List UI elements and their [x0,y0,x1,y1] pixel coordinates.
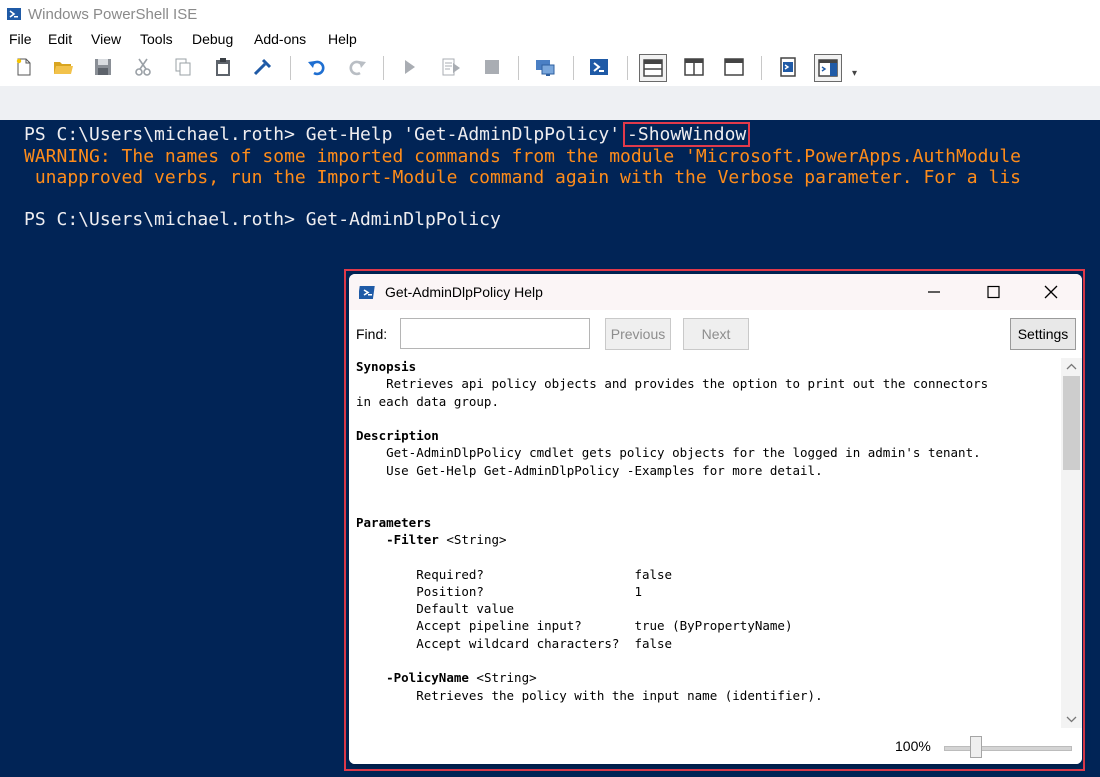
menu-edit[interactable]: Edit [48,31,72,47]
help-status-bar: 100% [349,728,1082,764]
menu-tools[interactable]: Tools [140,31,173,47]
parameter-name: -Filter [386,531,439,547]
menu-file[interactable]: File [9,31,32,47]
minimize-icon[interactable] [920,280,948,304]
help-text-line: Use Get-Help Get-AdminDlpPolicy -Example… [356,462,823,478]
copy-icon[interactable] [172,56,194,78]
open-folder-icon[interactable] [52,56,74,78]
help-content[interactable]: Synopsis Retrieves api policy objects an… [356,358,1056,728]
save-icon[interactable] [92,56,114,78]
menu-add-ons[interactable]: Add-ons [254,31,306,47]
toolbar-separator [518,56,519,80]
menu-help[interactable]: Help [328,31,357,47]
toolbar-separator [290,56,291,80]
help-text-line: Retrieves api policy objects and provide… [356,376,989,392]
console-prompt: PS C:\Users\michael.roth> [24,124,306,145]
settings-button[interactable]: Settings [1010,318,1076,350]
next-button[interactable]: Next [683,318,749,350]
parameter-name: -PolicyName [386,670,469,686]
redo-icon[interactable] [346,56,368,78]
help-text-line: Accept wildcard characters? false [356,635,673,651]
help-text-line: in each data group. [356,393,499,409]
run-icon[interactable] [398,56,420,78]
layout-top-icon[interactable] [639,54,667,82]
help-text-line: Accept pipeline input? true (ByPropertyN… [356,618,793,634]
run-selection-icon[interactable] [440,56,462,78]
zoom-slider-track[interactable] [944,746,1072,751]
parameter-type: <String> [438,531,507,547]
help-window-titlebar[interactable]: Get-AdminDlpPolicy Help [349,274,1082,310]
toolbar-separator [573,56,574,80]
console-line-help-command: PS C:\Users\michael.roth> Get-Help 'Get-… [24,122,751,147]
help-text-line: Required? false [356,566,673,582]
console-warning-line-2: unapproved verbs, run the Import-Module … [24,167,1021,188]
toolbar-separator [761,56,762,80]
find-toolbar: Find: Previous Next Settings [349,310,1082,358]
help-text-line [356,479,1056,496]
find-input[interactable] [400,318,590,349]
help-text-line: Get-AdminDlpPolicy cmdlet gets policy ob… [356,445,981,461]
menu-debug[interactable]: Debug [192,31,233,47]
toolbar [0,50,1100,86]
zoom-slider-thumb[interactable] [969,736,982,758]
help-text-line [356,652,1056,669]
clear-icon[interactable] [251,56,273,78]
layout-max-icon[interactable] [723,56,745,78]
help-text-line [356,548,1056,565]
powershell-ise-icon [6,6,22,22]
stop-icon[interactable] [481,56,503,78]
new-file-icon[interactable] [13,56,35,78]
toolbar-overflow-chevron-icon[interactable]: ▾ [852,68,857,79]
help-section-heading: Parameters [356,514,432,530]
toolbar-separator [383,56,384,80]
script-tab-strip [0,86,1100,121]
help-section-heading: Synopsis [356,359,417,374]
close-icon[interactable] [1037,280,1065,304]
scroll-down-icon[interactable] [1065,712,1078,724]
help-section-heading: Description [356,428,439,444]
help-text-line: Retrieves the policy with the input name… [356,687,823,703]
help-text-line [356,410,1056,427]
powershell-console-icon[interactable] [588,56,610,78]
help-text-line [356,496,1056,513]
layout-right-icon[interactable] [683,56,705,78]
show-addons-icon[interactable] [814,54,842,82]
zoom-percent: 100% [895,738,931,754]
powershell-icon [357,284,376,301]
help-scrollbar[interactable] [1061,358,1082,728]
console-command: Get-Help 'Get-AdminDlpPolicy' [305,124,621,145]
parameter-type: <String> [468,670,537,686]
previous-button[interactable]: Previous [605,318,671,350]
window-title: Windows PowerShell ISE [28,6,198,23]
help-text-line: Default value [356,601,515,617]
paste-icon[interactable] [212,56,234,78]
menu-view[interactable]: View [91,31,121,47]
console-warning-line-1: WARNING: The names of some imported comm… [24,146,1021,167]
help-text-line: Position? 1 [356,583,642,599]
title-bar: Windows PowerShell ISE [0,0,1100,28]
remote-icon[interactable] [534,56,556,78]
console-line-command: PS C:\Users\michael.roth> Get-AdminDlpPo… [24,209,501,230]
show-window-highlight: -ShowWindow [623,122,751,147]
help-parameter-line: -PolicyName <String> [356,669,1056,686]
help-window: Get-AdminDlpPolicy Help Find: Previous N… [349,274,1082,764]
maximize-icon[interactable] [979,280,1007,304]
help-parameter-line: -Filter <String> [356,531,1056,548]
scroll-up-icon[interactable] [1065,360,1078,372]
undo-icon[interactable] [306,56,328,78]
scrollbar-thumb[interactable] [1063,376,1080,470]
help-window-title: Get-AdminDlpPolicy Help [385,284,543,300]
show-commands-icon[interactable] [777,56,799,78]
find-label: Find: [356,326,388,342]
menu-bar: File Edit View Tools Debug Add-ons Help [0,28,1100,50]
cut-icon[interactable] [132,56,154,78]
toolbar-separator [627,56,628,80]
